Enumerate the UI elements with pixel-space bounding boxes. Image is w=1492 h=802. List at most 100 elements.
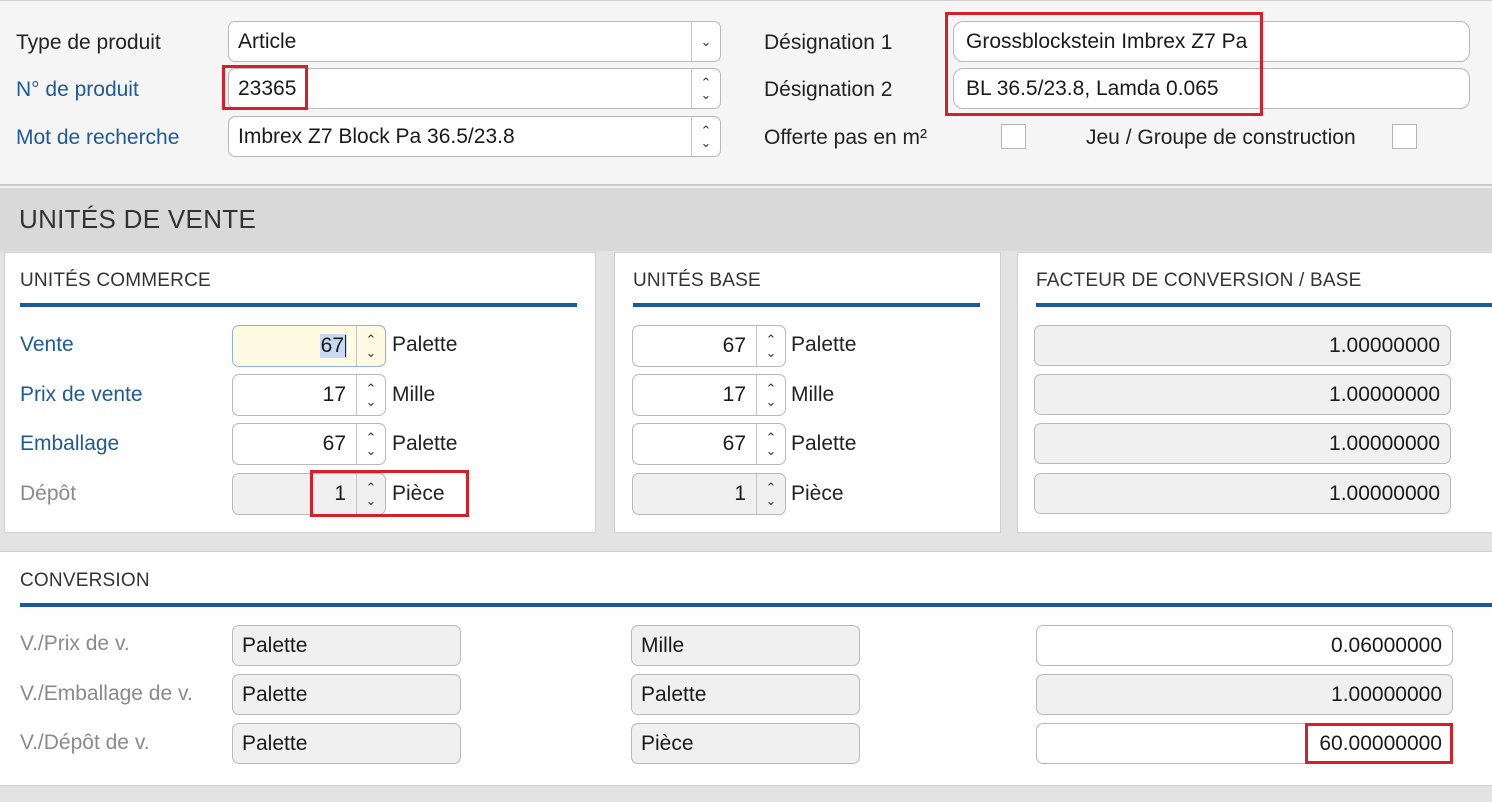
base-stepper-depot[interactable]: ⌃ ⌄ (756, 474, 785, 514)
factor-value-depot: 1.00000000 (1329, 481, 1440, 505)
base-title-underline (633, 303, 980, 307)
conversion-factor-depot[interactable]: 60.00000000 (1036, 723, 1453, 764)
spin-down-icon[interactable]: ⌄ (357, 395, 385, 408)
product-no-stepper[interactable]: ⌃ ⌄ (691, 69, 720, 108)
designation1-value: Grossblockstein Imbrex Z7 Pa (966, 29, 1248, 53)
conversion-from-prix: Palette (232, 625, 461, 666)
commerce-title-underline (20, 303, 577, 307)
commerce-stepper-depot[interactable]: ⌃ ⌄ (356, 474, 385, 514)
factor-depot: 1.00000000 (1034, 473, 1451, 514)
base-value-depot: 1 (734, 482, 746, 505)
spin-down-icon[interactable]: ⌄ (357, 444, 385, 457)
conversion-title-underline (20, 603, 1492, 607)
conversion-to-value-emballage: Palette (641, 682, 707, 706)
base-value-prix: 17 (722, 383, 746, 406)
search-word-stepper[interactable]: ⌃ ⌄ (691, 117, 720, 156)
factor-value-prix: 1.00000000 (1329, 382, 1440, 406)
conversion-row-label-prix: V./Prix de v. (20, 632, 130, 655)
factor-title: FACTEUR DE CONVERSION / BASE (1036, 270, 1362, 291)
factor-value-emballage: 1.00000000 (1329, 431, 1440, 455)
spin-down-icon[interactable]: ⌄ (357, 346, 385, 359)
commerce-value-vente: 67 (319, 334, 347, 358)
commerce-qty-emballage[interactable]: 67 ⌃ ⌄ (232, 423, 386, 465)
commerce-unit-prix: Mille (392, 383, 436, 406)
conversion-to-value-depot: Pièce (641, 731, 694, 755)
designation2-value: BL 36.5/23.8, Lamda 0.065 (966, 76, 1219, 100)
product-no-value: 23365 (238, 76, 297, 100)
commerce-stepper-prix[interactable]: ⌃ ⌄ (356, 375, 385, 415)
commerce-unit-vente: Palette (392, 333, 458, 356)
commerce-unit-emballage: Palette (392, 432, 458, 455)
commerce-value-emballage: 67 (322, 432, 346, 455)
base-qty-vente[interactable]: 67 ⌃ ⌄ (632, 325, 786, 367)
base-value-emballage: 67 (722, 432, 746, 455)
base-unit-emballage: Palette (791, 432, 857, 455)
spin-down-icon[interactable]: ⌄ (357, 494, 385, 507)
spin-down-icon[interactable]: ⌄ (757, 395, 785, 408)
offered-not-m2-checkbox[interactable] (1001, 124, 1026, 149)
base-stepper-emballage[interactable]: ⌃ ⌄ (756, 424, 785, 464)
spin-down-icon[interactable]: ⌄ (692, 88, 720, 101)
commerce-stepper-emballage[interactable]: ⌃ ⌄ (356, 424, 385, 464)
construction-group-label: Jeu / Groupe de construction (1086, 126, 1356, 149)
footer-strip (0, 785, 1492, 802)
search-word-label[interactable]: Mot de recherche (16, 125, 179, 151)
designation1-input[interactable]: Grossblockstein Imbrex Z7 Pa (953, 21, 1470, 62)
factor-value-vente: 1.00000000 (1329, 333, 1440, 357)
conversion-from-depot: Palette (232, 723, 461, 764)
conversion-factor-value-prix: 0.06000000 (1331, 633, 1442, 657)
base-qty-depot[interactable]: 1 ⌃ ⌄ (632, 473, 786, 515)
conversion-from-value-prix: Palette (242, 633, 308, 657)
sales-row-label-emballage[interactable]: Emballage (20, 431, 119, 457)
commerce-value-depot: 1 (334, 482, 346, 505)
conversion-factor-value-depot: 60.00000000 (1319, 731, 1442, 755)
base-qty-emballage[interactable]: 67 ⌃ ⌄ (632, 423, 786, 465)
base-unit-depot: Pièce (791, 482, 844, 505)
offered-not-m2-label: Offerte pas en m² (764, 126, 928, 149)
conversion-row-label-emballage: V./Emballage de v. (20, 682, 193, 705)
base-units-title: UNITÉS BASE (633, 270, 761, 291)
conversion-to-prix: Mille (631, 625, 860, 666)
spin-down-icon[interactable]: ⌄ (757, 444, 785, 457)
designation1-label: Désignation 1 (764, 31, 893, 54)
spin-down-icon[interactable]: ⌄ (757, 346, 785, 359)
product-no-label[interactable]: N° de produit (16, 77, 139, 103)
chevron-down-icon[interactable]: ⌄ (691, 22, 720, 61)
commerce-value-prix: 17 (322, 383, 346, 406)
spin-down-icon[interactable]: ⌄ (757, 494, 785, 507)
base-qty-prix[interactable]: 17 ⌃ ⌄ (632, 374, 786, 416)
sales-row-label-vente[interactable]: Vente (20, 332, 74, 358)
conversion-factor-prix[interactable]: 0.06000000 (1036, 625, 1453, 666)
commerce-stepper-vente[interactable]: ⌃ ⌄ (356, 326, 385, 366)
conversion-to-emballage: Palette (631, 674, 860, 715)
conversion-to-depot: Pièce (631, 723, 860, 764)
base-unit-vente: Palette (791, 333, 857, 356)
base-stepper-prix[interactable]: ⌃ ⌄ (756, 375, 785, 415)
commerce-qty-depot[interactable]: 1 ⌃ ⌄ (232, 473, 386, 515)
factor-vente: 1.00000000 (1034, 325, 1451, 366)
product-type-select[interactable]: Article ⌄ (228, 21, 721, 62)
commerce-qty-prix[interactable]: 17 ⌃ ⌄ (232, 374, 386, 416)
base-stepper-vente[interactable]: ⌃ ⌄ (756, 326, 785, 366)
conversion-to-value-prix: Mille (641, 633, 685, 657)
designation2-input[interactable]: BL 36.5/23.8, Lamda 0.065 (953, 68, 1470, 109)
conversion-title: CONVERSION (20, 570, 150, 591)
sales-row-label-prix[interactable]: Prix de vente (20, 382, 143, 408)
conversion-factor-value-emballage: 1.00000000 (1331, 682, 1442, 706)
conversion-factor-emballage: 1.00000000 (1036, 674, 1453, 715)
sales-row-label-depot: Dépôt (20, 482, 77, 505)
conversion-from-value-depot: Palette (242, 731, 308, 755)
conversion-from-value-emballage: Palette (242, 682, 308, 706)
construction-group-checkbox[interactable] (1392, 124, 1417, 149)
base-value-vente: 67 (722, 334, 746, 357)
search-word-input[interactable]: Imbrex Z7 Block Pa 36.5/23.8 ⌃ ⌄ (228, 116, 721, 157)
commerce-qty-vente[interactable]: 67 ⌃ ⌄ (232, 325, 386, 367)
spin-down-icon[interactable]: ⌄ (692, 136, 720, 149)
product-type-value: Article (238, 29, 297, 53)
base-unit-prix: Mille (791, 383, 835, 406)
designation2-label: Désignation 2 (764, 78, 893, 101)
product-no-input[interactable]: 23365 ⌃ ⌄ (228, 68, 721, 109)
commerce-unit-depot: Pièce (392, 482, 445, 505)
product-type-label: Type de produit (16, 31, 161, 54)
conversion-row-label-depot: V./Dépôt de v. (20, 731, 150, 754)
